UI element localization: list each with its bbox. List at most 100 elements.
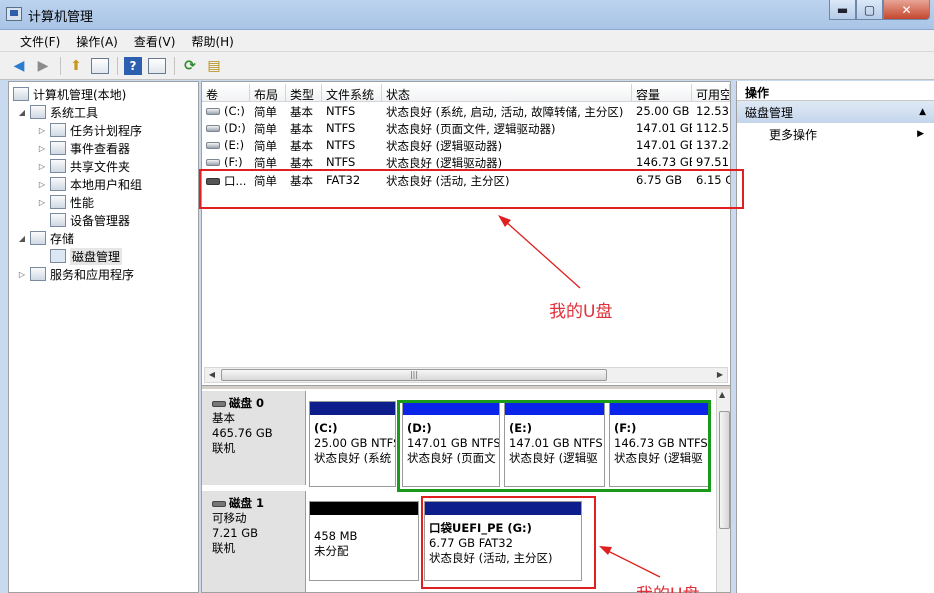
tree-label: 服务和应用程序 xyxy=(50,267,135,282)
collapse-up-icon[interactable]: ▲ xyxy=(919,107,926,117)
tree-label: 共享文件夹 xyxy=(70,159,131,174)
actions-section-disk-management[interactable]: 磁盘管理 ▲ xyxy=(737,101,934,123)
back-icon[interactable]: ◀ xyxy=(8,55,30,77)
volume-layout: 简单 xyxy=(254,139,277,153)
collapse-arrow-icon[interactable]: ◢ xyxy=(17,108,27,117)
menu-action[interactable]: 操作(A) xyxy=(68,30,126,51)
volume-type: 基本 xyxy=(290,139,313,153)
tree-root[interactable]: 计算机管理(本地) xyxy=(13,85,126,103)
volume-status: 状态良好 (逻辑驱动器) xyxy=(386,139,503,153)
scrollbar-thumb[interactable] xyxy=(719,411,730,529)
disk-icon xyxy=(212,400,226,407)
disk-type: 基本 xyxy=(212,411,235,425)
tree-label: 任务计划程序 xyxy=(70,123,143,138)
console-tree: 计算机管理(本地) ◢ 系统工具 ▷ 任务计划程序 ▷ 事件查看器 ▷ 共享文件… xyxy=(8,81,199,593)
event-viewer-icon xyxy=(50,141,66,155)
toolbar-separator xyxy=(117,56,118,75)
scroll-left-icon[interactable]: ◀ xyxy=(206,369,218,381)
scroll-right-icon[interactable]: ▶ xyxy=(714,369,726,381)
partition-status: 未分配 xyxy=(314,544,349,558)
scroll-up-icon[interactable]: ▲ xyxy=(719,390,725,399)
clock-icon xyxy=(50,123,66,137)
menu-help[interactable]: 帮助(H) xyxy=(183,30,241,51)
highlight-box-extended-partitions xyxy=(397,400,711,492)
submenu-arrow-icon: ▶ xyxy=(917,129,924,139)
column-header-status[interactable]: 状态 xyxy=(382,84,632,101)
volume-layout: 简单 xyxy=(254,122,277,136)
expand-arrow-icon[interactable]: ▷ xyxy=(17,270,27,279)
horizontal-scrollbar[interactable]: ◀ ||| ▶ xyxy=(204,367,728,383)
partition-unallocated[interactable]: 458 MB 未分配 xyxy=(309,501,419,581)
tree-item-system-tools[interactable]: ◢ 系统工具 xyxy=(17,103,98,121)
column-header-volume[interactable]: 卷 xyxy=(202,84,250,101)
column-header-type[interactable]: 类型 xyxy=(286,84,322,101)
partition-bar xyxy=(310,402,395,415)
table-row[interactable]: (C:) 简单 基本 NTFS 状态良好 (系统, 启动, 活动, 故障转储, … xyxy=(202,103,730,120)
disk-size: 7.21 GB xyxy=(212,526,259,540)
column-header-layout[interactable]: 布局 xyxy=(250,84,286,101)
collapse-arrow-icon[interactable]: ◢ xyxy=(17,234,27,243)
performance-icon xyxy=(50,195,66,209)
tree-label: 性能 xyxy=(70,195,95,210)
volume-status: 状态良好 (系统, 启动, 活动, 故障转储, 主分区) xyxy=(386,105,624,119)
tree-label: 事件查看器 xyxy=(70,141,131,156)
drive-icon xyxy=(206,108,220,115)
tree-item-local-users[interactable]: ▷ 本地用户和组 xyxy=(37,175,142,193)
expand-arrow-icon[interactable]: ▷ xyxy=(37,198,47,207)
partition-c[interactable]: (C:) 25.00 GB NTFS 状态良好 (系统 xyxy=(309,401,396,487)
properties-icon[interactable] xyxy=(146,55,168,77)
column-header-free[interactable]: 可用空 xyxy=(692,84,730,101)
up-icon[interactable]: ⬆ xyxy=(65,55,87,77)
partition-bar xyxy=(310,502,418,515)
maximize-button[interactable]: ▢ xyxy=(856,0,883,20)
tree-item-performance[interactable]: ▷ 性能 xyxy=(37,193,94,211)
expand-arrow-icon[interactable]: ▷ xyxy=(37,126,47,135)
expand-arrow-icon[interactable]: ▷ xyxy=(37,144,47,153)
window-title: 计算机管理 xyxy=(28,10,94,25)
expand-arrow-icon[interactable]: ▷ xyxy=(37,162,47,171)
drive-icon xyxy=(206,125,220,132)
minimize-button[interactable]: ▬ xyxy=(829,0,856,20)
tree-item-storage[interactable]: ◢ 存储 xyxy=(17,229,74,247)
partition-title: (C:) xyxy=(314,421,338,435)
more-actions-item[interactable]: 更多操作 ▶ xyxy=(737,123,934,145)
tree-item-services[interactable]: ▷ 服务和应用程序 xyxy=(17,265,134,283)
tree-item-task-scheduler[interactable]: ▷ 任务计划程序 xyxy=(37,121,142,139)
toolbar-separator xyxy=(174,56,175,75)
shared-folder-icon xyxy=(50,159,66,173)
disk-1-label[interactable]: 磁盘 1 可移动 7.21 GB 联机 xyxy=(202,491,306,592)
refresh-icon[interactable]: ⟳ xyxy=(179,55,201,77)
vertical-scrollbar[interactable]: ▲ xyxy=(716,389,730,592)
highlight-box-usb-volume xyxy=(199,169,744,209)
menu-view[interactable]: 查看(V) xyxy=(126,30,184,51)
close-button[interactable]: ✕ xyxy=(883,0,930,20)
forward-icon[interactable]: ▶ xyxy=(32,55,54,77)
tree-item-device-manager[interactable]: 设备管理器 xyxy=(50,211,130,229)
volume-free: 112.51 xyxy=(696,121,730,135)
menu-file[interactable]: 文件(F) xyxy=(12,30,68,51)
tree-root-label: 计算机管理(本地) xyxy=(33,87,127,102)
drive-icon xyxy=(206,159,220,166)
table-row[interactable]: (D:) 简单 基本 NTFS 状态良好 (页面文件, 逻辑驱动器) 147.0… xyxy=(202,120,730,137)
tree-item-disk-management[interactable]: 磁盘管理 xyxy=(50,247,123,265)
volume-filesystem: NTFS xyxy=(326,121,356,135)
scrollbar-thumb[interactable]: ||| xyxy=(221,369,607,381)
volume-table-header: 卷 布局 类型 文件系统 状态 容量 可用空 xyxy=(202,84,730,102)
tree-label: 磁盘管理 xyxy=(70,247,123,265)
annotation-my-usb-2: 我的U盘 xyxy=(636,580,699,593)
export-icon[interactable]: ▤ xyxy=(203,55,225,77)
tree-label: 存储 xyxy=(50,231,75,246)
help-icon[interactable]: ? xyxy=(122,55,144,77)
show-hide-tree-icon[interactable] xyxy=(89,55,111,77)
volume-name: (E:) xyxy=(224,138,245,152)
annotation-my-usb-1: 我的U盘 xyxy=(549,302,613,322)
tree-item-shared-folders[interactable]: ▷ 共享文件夹 xyxy=(37,157,130,175)
column-header-capacity[interactable]: 容量 xyxy=(632,84,692,101)
disk-0-label[interactable]: 磁盘 0 基本 465.76 GB 联机 xyxy=(202,391,306,485)
volume-filesystem: NTFS xyxy=(326,104,356,118)
tree-item-event-viewer[interactable]: ▷ 事件查看器 xyxy=(37,139,130,157)
expand-arrow-icon[interactable]: ▷ xyxy=(37,180,47,189)
table-row[interactable]: (E:) 简单 基本 NTFS 状态良好 (逻辑驱动器) 147.01 GB 1… xyxy=(202,137,730,154)
column-header-filesystem[interactable]: 文件系统 xyxy=(322,84,382,101)
volume-free: 12.53 xyxy=(696,104,729,118)
